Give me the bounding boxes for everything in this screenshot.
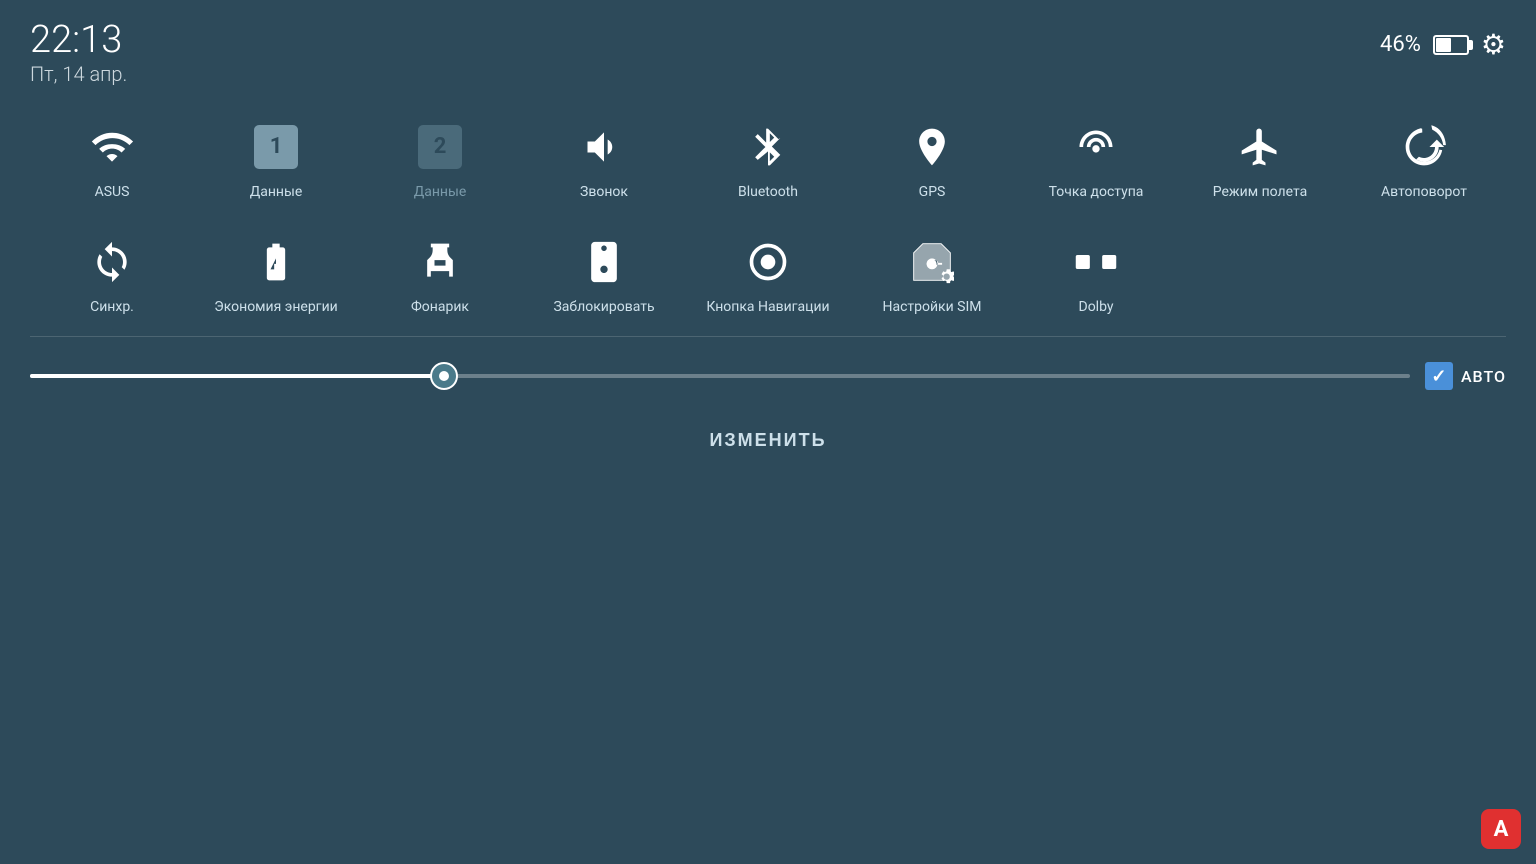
clock-time: 22:13 xyxy=(30,20,127,62)
qs-flashlight[interactable]: Фонарик xyxy=(358,221,522,326)
brightness-slider[interactable] xyxy=(30,374,1410,378)
qs-nav-button-label: Кнопка Навигации xyxy=(706,298,829,316)
qs-flashlight-label: Фонарик xyxy=(411,298,469,316)
qs-battery-save-label: Экономия энергии xyxy=(214,298,337,316)
qs-autorotate-label: Автоповорот xyxy=(1381,183,1467,201)
qs-data1-label: Данные xyxy=(250,183,303,201)
quick-settings-row-1: ASUS 1 Данные 2 Данные Звонок xyxy=(30,106,1506,211)
edit-button[interactable]: ИЗМЕНИТЬ xyxy=(709,430,826,451)
battery-save-icon xyxy=(254,236,298,288)
battery-percent: 46% xyxy=(1380,32,1421,57)
qs-nav-button[interactable]: Кнопка Навигации xyxy=(686,221,850,326)
lock-icon xyxy=(582,236,626,288)
nav-button-icon xyxy=(746,236,790,288)
qs-sound-label: Звонок xyxy=(580,183,628,201)
dolby-icon xyxy=(1074,236,1118,288)
qs-wifi[interactable]: ASUS xyxy=(30,106,194,211)
status-block: 46% ⚙ xyxy=(1380,20,1506,61)
sim-settings-icon xyxy=(910,236,954,288)
gps-icon xyxy=(910,121,954,173)
bluetooth-icon xyxy=(746,121,790,173)
date-display: Пт, 14 апр. xyxy=(30,62,127,86)
qs-wifi-label: ASUS xyxy=(95,183,130,201)
qs-airplane-label: Режим полета xyxy=(1213,183,1307,201)
sound-icon xyxy=(582,121,626,173)
qs-data2[interactable]: 2 Данные xyxy=(358,106,522,211)
time-block: 22:13 Пт, 14 апр. xyxy=(30,20,127,86)
quick-settings-panel: ASUS 1 Данные 2 Данные Звонок xyxy=(0,96,1536,326)
auto-brightness-checkbox[interactable]: ✓ xyxy=(1425,362,1453,390)
asus-app-letter: A xyxy=(1494,817,1509,842)
battery-fill xyxy=(1436,38,1451,52)
qs-gps[interactable]: GPS xyxy=(850,106,1014,211)
data1-icon: 1 xyxy=(254,121,298,173)
qs-sim-settings[interactable]: Настройки SIM xyxy=(850,221,1014,326)
divider xyxy=(30,336,1506,337)
qs-hotspot[interactable]: Точка доступа xyxy=(1014,106,1178,211)
qs-data2-label: Данные xyxy=(414,183,467,201)
header: 22:13 Пт, 14 апр. 46% ⚙ xyxy=(0,0,1536,96)
qs-dolby[interactable]: Dolby xyxy=(1014,221,1178,326)
qs-lock-label: Заблокировать xyxy=(553,298,654,316)
checkbox-checkmark: ✓ xyxy=(1431,366,1446,387)
qs-dolby-label: Dolby xyxy=(1079,298,1114,316)
settings-icon[interactable]: ⚙ xyxy=(1481,28,1506,61)
auto-brightness-label: АВТО xyxy=(1461,367,1506,386)
brightness-thumb[interactable] xyxy=(430,362,458,390)
asus-app-icon[interactable]: A xyxy=(1481,809,1521,849)
brightness-thumb-inner xyxy=(439,371,449,381)
airplane-icon xyxy=(1238,121,1282,173)
qs-data1[interactable]: 1 Данные xyxy=(194,106,358,211)
qs-hotspot-label: Точка доступа xyxy=(1049,183,1144,201)
qs-gps-label: GPS xyxy=(919,183,946,201)
brightness-section: ✓ АВТО xyxy=(0,347,1536,400)
qs-sound[interactable]: Звонок xyxy=(522,106,686,211)
data2-icon: 2 xyxy=(418,121,462,173)
battery-icon xyxy=(1433,35,1469,55)
sync-icon xyxy=(90,236,134,288)
qs-autorotate[interactable]: Автоповорот xyxy=(1342,106,1506,211)
qs-lock[interactable]: Заблокировать xyxy=(522,221,686,326)
qs-airplane[interactable]: Режим полета xyxy=(1178,106,1342,211)
qs-bluetooth[interactable]: Bluetooth xyxy=(686,106,850,211)
hotspot-icon xyxy=(1074,121,1118,173)
flashlight-icon xyxy=(418,236,462,288)
edit-section: ИЗМЕНИТЬ xyxy=(0,410,1536,471)
wifi-icon xyxy=(90,121,134,173)
qs-sync-label: Синхр. xyxy=(90,298,134,316)
qs-bluetooth-label: Bluetooth xyxy=(738,183,798,201)
qs-sync[interactable]: Синхр. xyxy=(30,221,194,326)
brightness-fill xyxy=(30,374,444,378)
autorotate-icon xyxy=(1402,121,1446,173)
qs-sim-settings-label: Настройки SIM xyxy=(882,298,981,316)
qs-battery-save[interactable]: Экономия энергии xyxy=(194,221,358,326)
auto-brightness[interactable]: ✓ АВТО xyxy=(1425,362,1506,390)
quick-settings-row-2: Синхр. Экономия энергии Фонарик xyxy=(30,221,1506,326)
